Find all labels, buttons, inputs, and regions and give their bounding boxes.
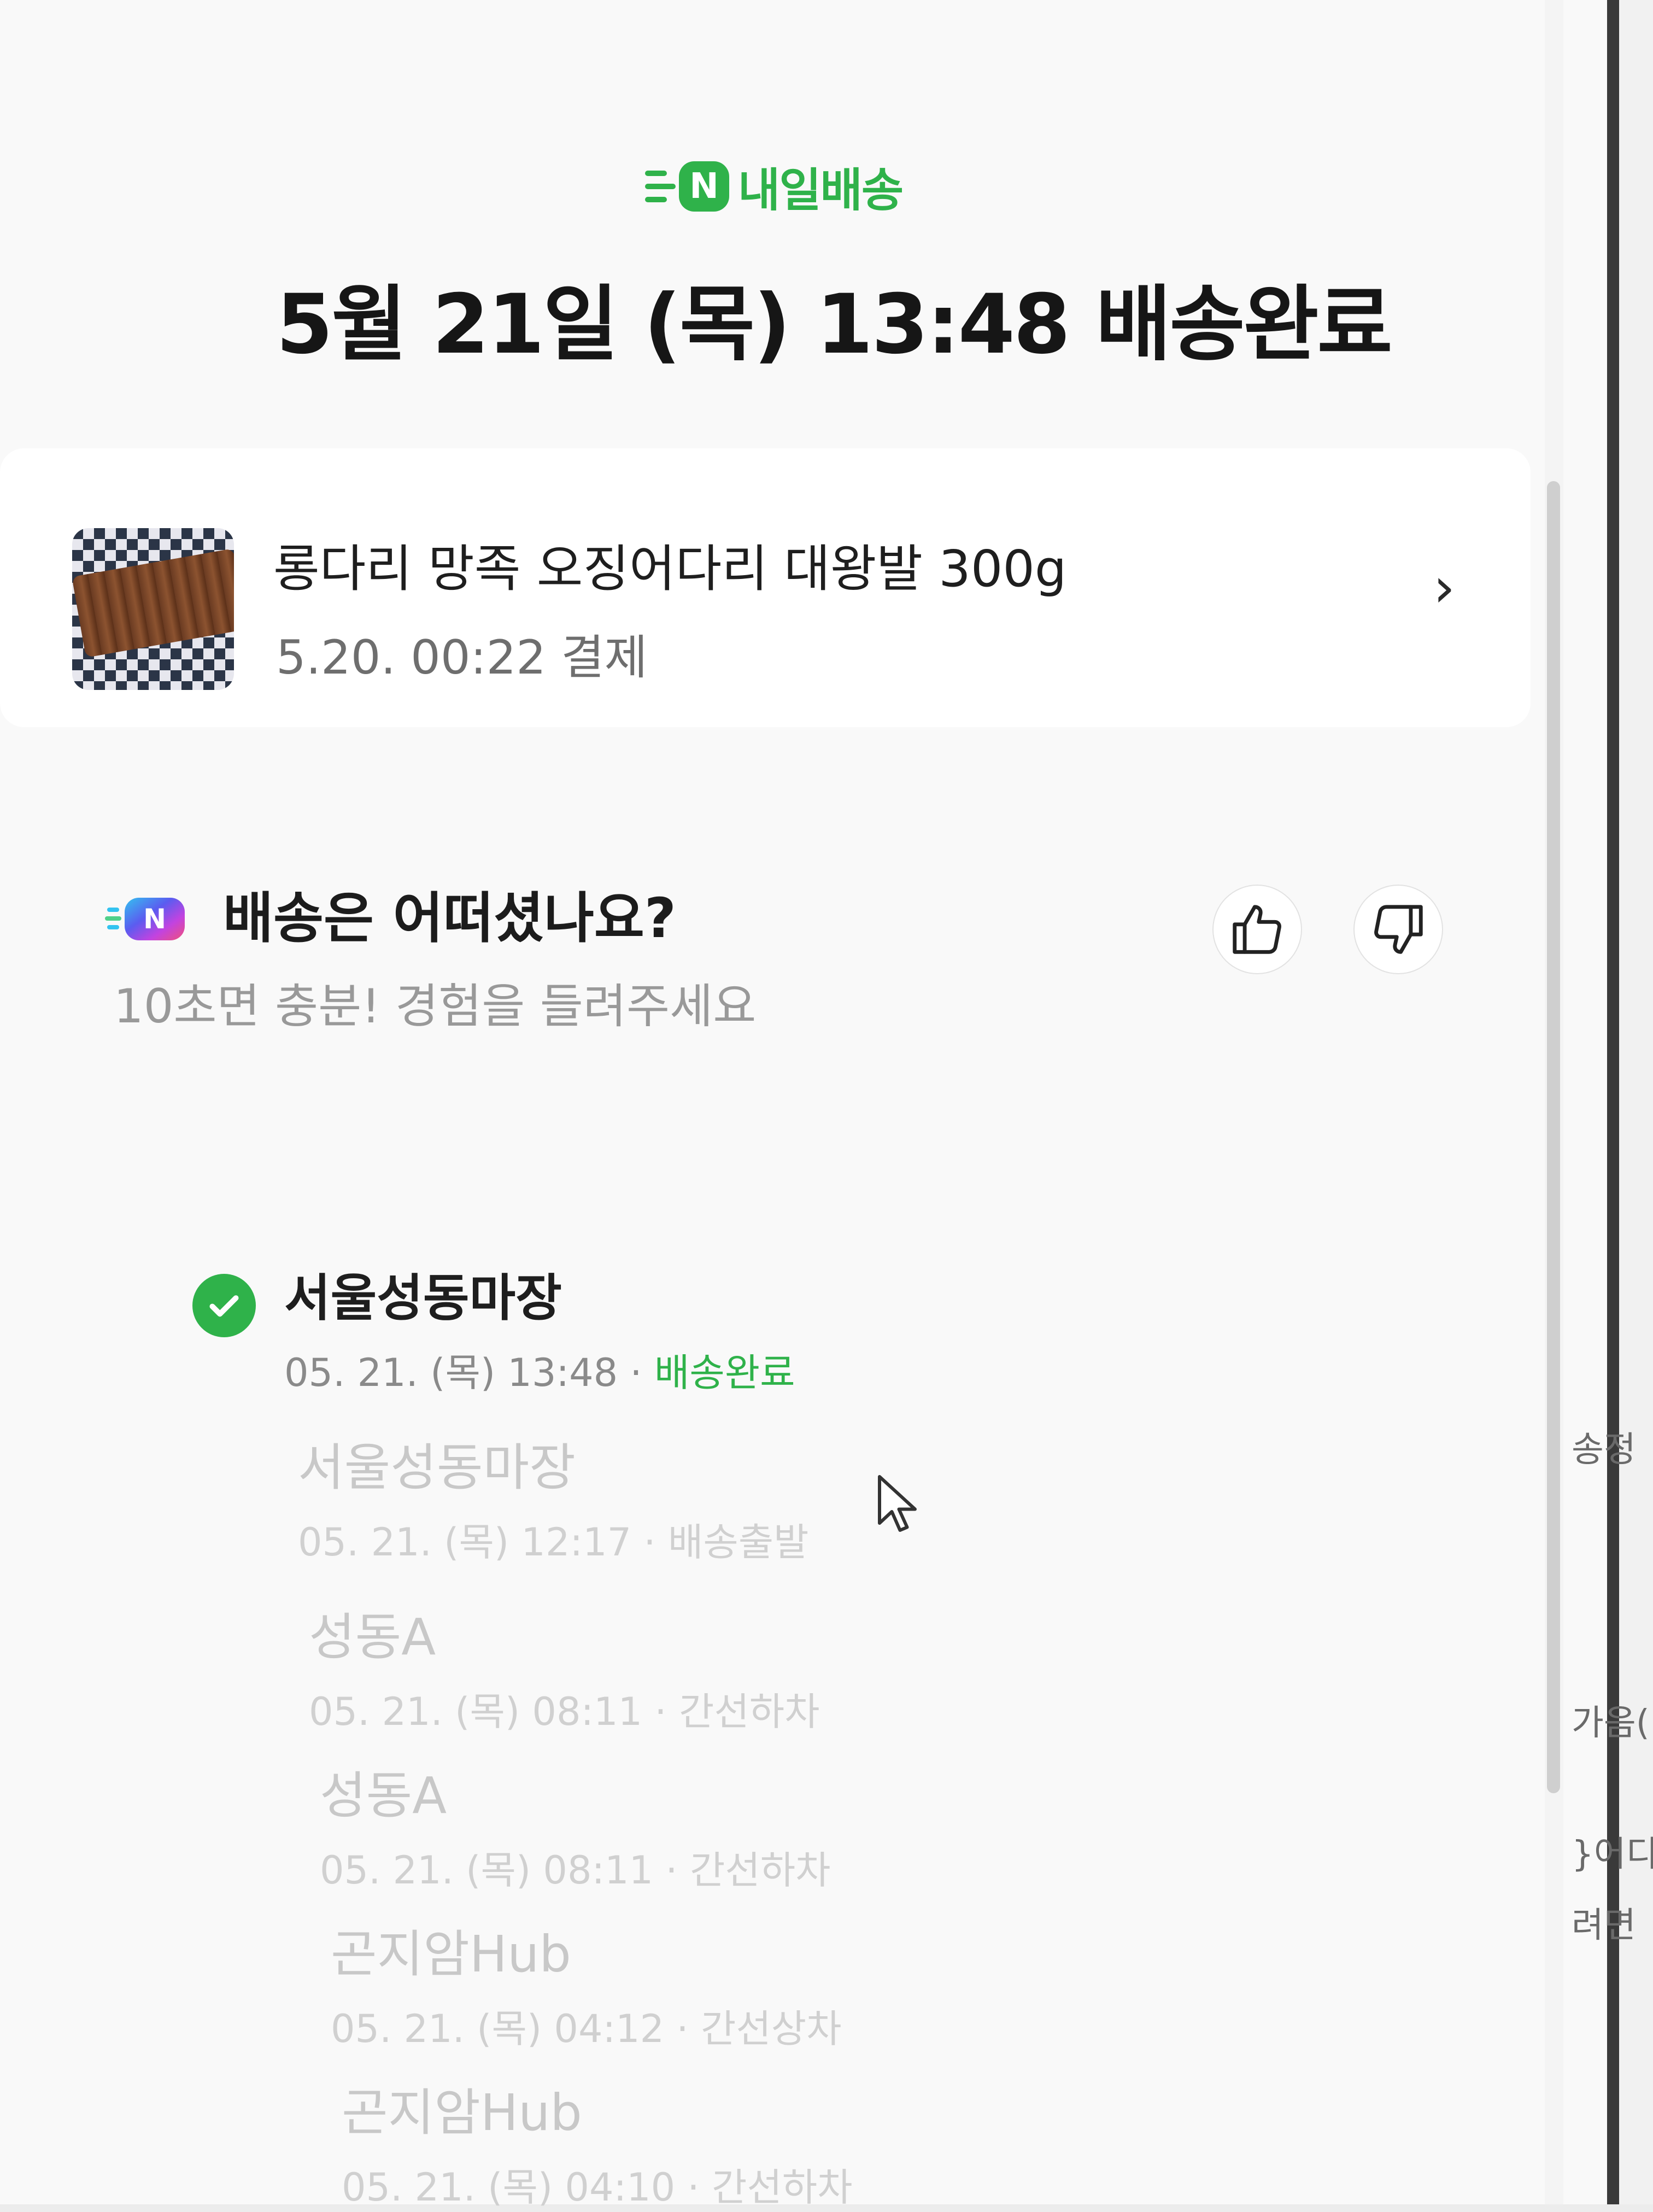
event-separator: · [676, 2006, 689, 2051]
check-icon [192, 1274, 256, 1337]
event-location: 서울성동마장 [284, 1269, 562, 1327]
event-separator: · [630, 1350, 642, 1395]
event-status: 간선하차 [689, 1848, 831, 1893]
event-separator: · [687, 2165, 700, 2210]
adjacent-window-text: }어디 [1572, 1834, 1653, 1875]
product-thumbnail[interactable] [72, 528, 234, 690]
product-card[interactable]: 롱다리 망족 오징어다리 대왕발 300g 5.20. 00:22 결제 › [0, 448, 1531, 727]
thumbs-up-button[interactable] [1214, 886, 1301, 973]
survey-title: 배송은 어떠셨나요? [223, 886, 676, 950]
event-location: 서울성동마장 [298, 1438, 576, 1497]
event-separator: · [643, 1520, 656, 1565]
adjacent-window-text: 송정 [1572, 1430, 1636, 1470]
tracking-event: 성동A 05. 21. (목) 08:11 · 간선하차 [309, 1596, 820, 1736]
svg-text:N: N [143, 903, 166, 935]
thumbs-up-icon [1233, 905, 1281, 954]
mouse-pointer-icon [878, 1475, 917, 1532]
event-datetime: 05. 21. (목) 12:17 [298, 1520, 632, 1565]
event-datetime: 05. 21. (목) 04:10 [342, 2165, 676, 2210]
thumbs-down-icon [1374, 905, 1423, 954]
adjacent-window-text: 가음( [1572, 1703, 1650, 1743]
adjacent-window-text: 려면 [1572, 1905, 1636, 1946]
event-datetime: 05. 21. (목) 08:11 [309, 1689, 643, 1734]
event-datetime: 05. 21. (목) 08:11 [320, 1848, 654, 1893]
event-status: 배송출발 [667, 1520, 809, 1565]
event-status: 간선하차 [678, 1689, 820, 1734]
payment-datetime: 5.20. 00:22 결제 [276, 630, 648, 685]
event-location: 곤지암Hub [342, 2084, 582, 2142]
event-separator: · [654, 1689, 667, 1734]
thumbs-down-button[interactable] [1355, 886, 1442, 973]
speed-lines-icon [645, 171, 676, 202]
chevron-right-icon[interactable]: › [1433, 555, 1455, 619]
scrollbar-thumb[interactable] [1547, 481, 1560, 1793]
event-separator: · [665, 1848, 678, 1893]
event-location: 곤지암Hub [331, 1925, 571, 1983]
tracking-event: 곤지암Hub 05. 21. (목) 04:12 · 간선상차 [331, 1913, 842, 2053]
delivery-n-icon: N [105, 898, 185, 940]
order-detail-panel: N 내일배송 5월 21일 (목) 13:48 배송완료 롱다리 망족 오징어다… [0, 0, 1607, 2210]
n-logo-icon: N [679, 161, 729, 212]
event-datetime: 05. 21. (목) 13:48 [284, 1350, 618, 1395]
event-location: 성동A [309, 1608, 436, 1666]
tracking-event: 곤지암Hub 05. 21. (목) 04:10 · 간선하차 [342, 2072, 853, 2212]
survey-subtitle: 10초면 충분! 경험을 들려주세요 [114, 979, 757, 1034]
tracking-event: 성동A 05. 21. (목) 08:11 · 간선하차 [320, 1755, 831, 1895]
delivery-status-headline: 5월 21일 (목) 13:48 배송완료 [276, 277, 1393, 372]
event-location: 성동A [320, 1766, 447, 1825]
event-status: 배송완료 [654, 1350, 795, 1395]
badge-label: 내일배송 [738, 163, 904, 217]
next-day-delivery-badge: N 내일배송 [645, 156, 904, 217]
tracking-event: 서울성동마장 05. 21. (목) 12:17 · 배송출발 [298, 1427, 809, 1567]
product-name: 롱다리 망족 오징어다리 대왕발 300g [273, 540, 1067, 598]
event-status: 간선하차 [711, 2165, 853, 2210]
tracking-event-current: 서울성동마장 05. 21. (목) 13:48 · 배송완료 [284, 1257, 795, 1397]
event-status: 간선상차 [700, 2006, 842, 2051]
event-datetime: 05. 21. (목) 04:12 [331, 2006, 665, 2051]
